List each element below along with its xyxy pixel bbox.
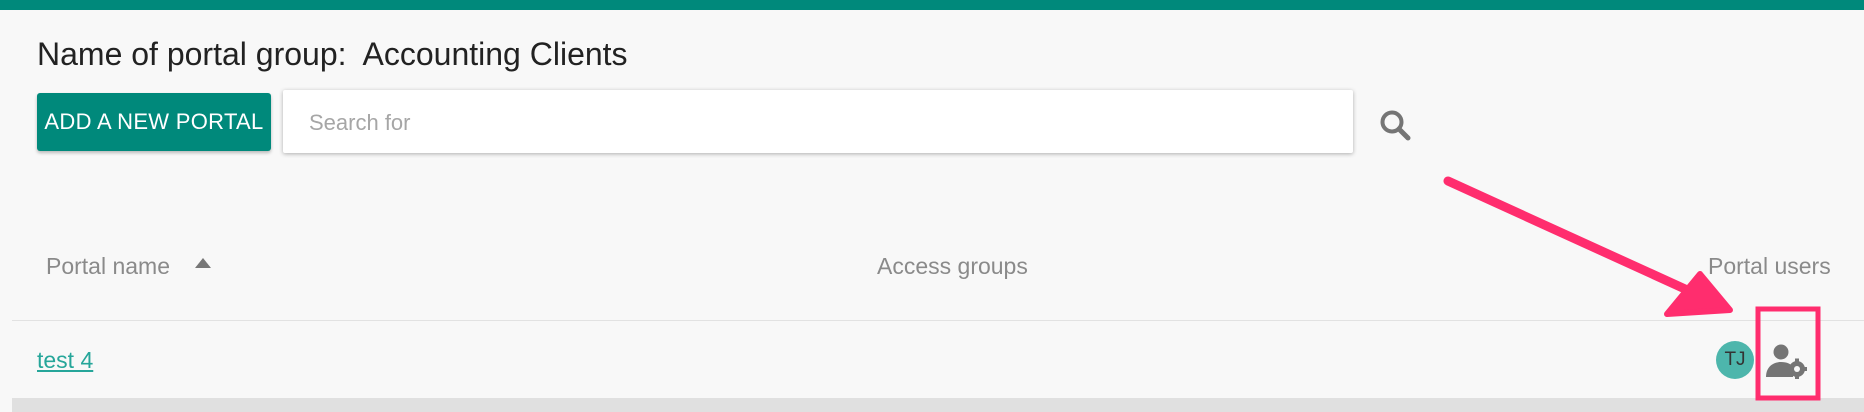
table-header-divider	[12, 320, 1864, 321]
next-row-band	[12, 398, 1864, 412]
sort-up-icon[interactable]	[195, 258, 211, 268]
search-icon[interactable]	[1378, 108, 1412, 142]
page-title: Name of portal group: Accounting Clients	[37, 36, 628, 72]
column-header-portal-users: Portal users	[1708, 253, 1831, 279]
search-box	[283, 90, 1353, 155]
search-input[interactable]	[307, 90, 1331, 155]
top-accent-bar	[0, 0, 1864, 10]
add-new-portal-button[interactable]: ADD A NEW PORTAL	[37, 93, 271, 151]
annotation-arrow-head	[1664, 271, 1733, 317]
annotation-arrow-shaft	[1443, 176, 1690, 294]
column-header-access-groups: Access groups	[877, 253, 1028, 279]
user-avatar[interactable]: TJ	[1716, 341, 1754, 379]
portal-name-link[interactable]: test 4	[37, 346, 93, 374]
manage-users-icon[interactable]	[1765, 343, 1807, 379]
column-header-portal-name[interactable]: Portal name	[46, 252, 170, 280]
